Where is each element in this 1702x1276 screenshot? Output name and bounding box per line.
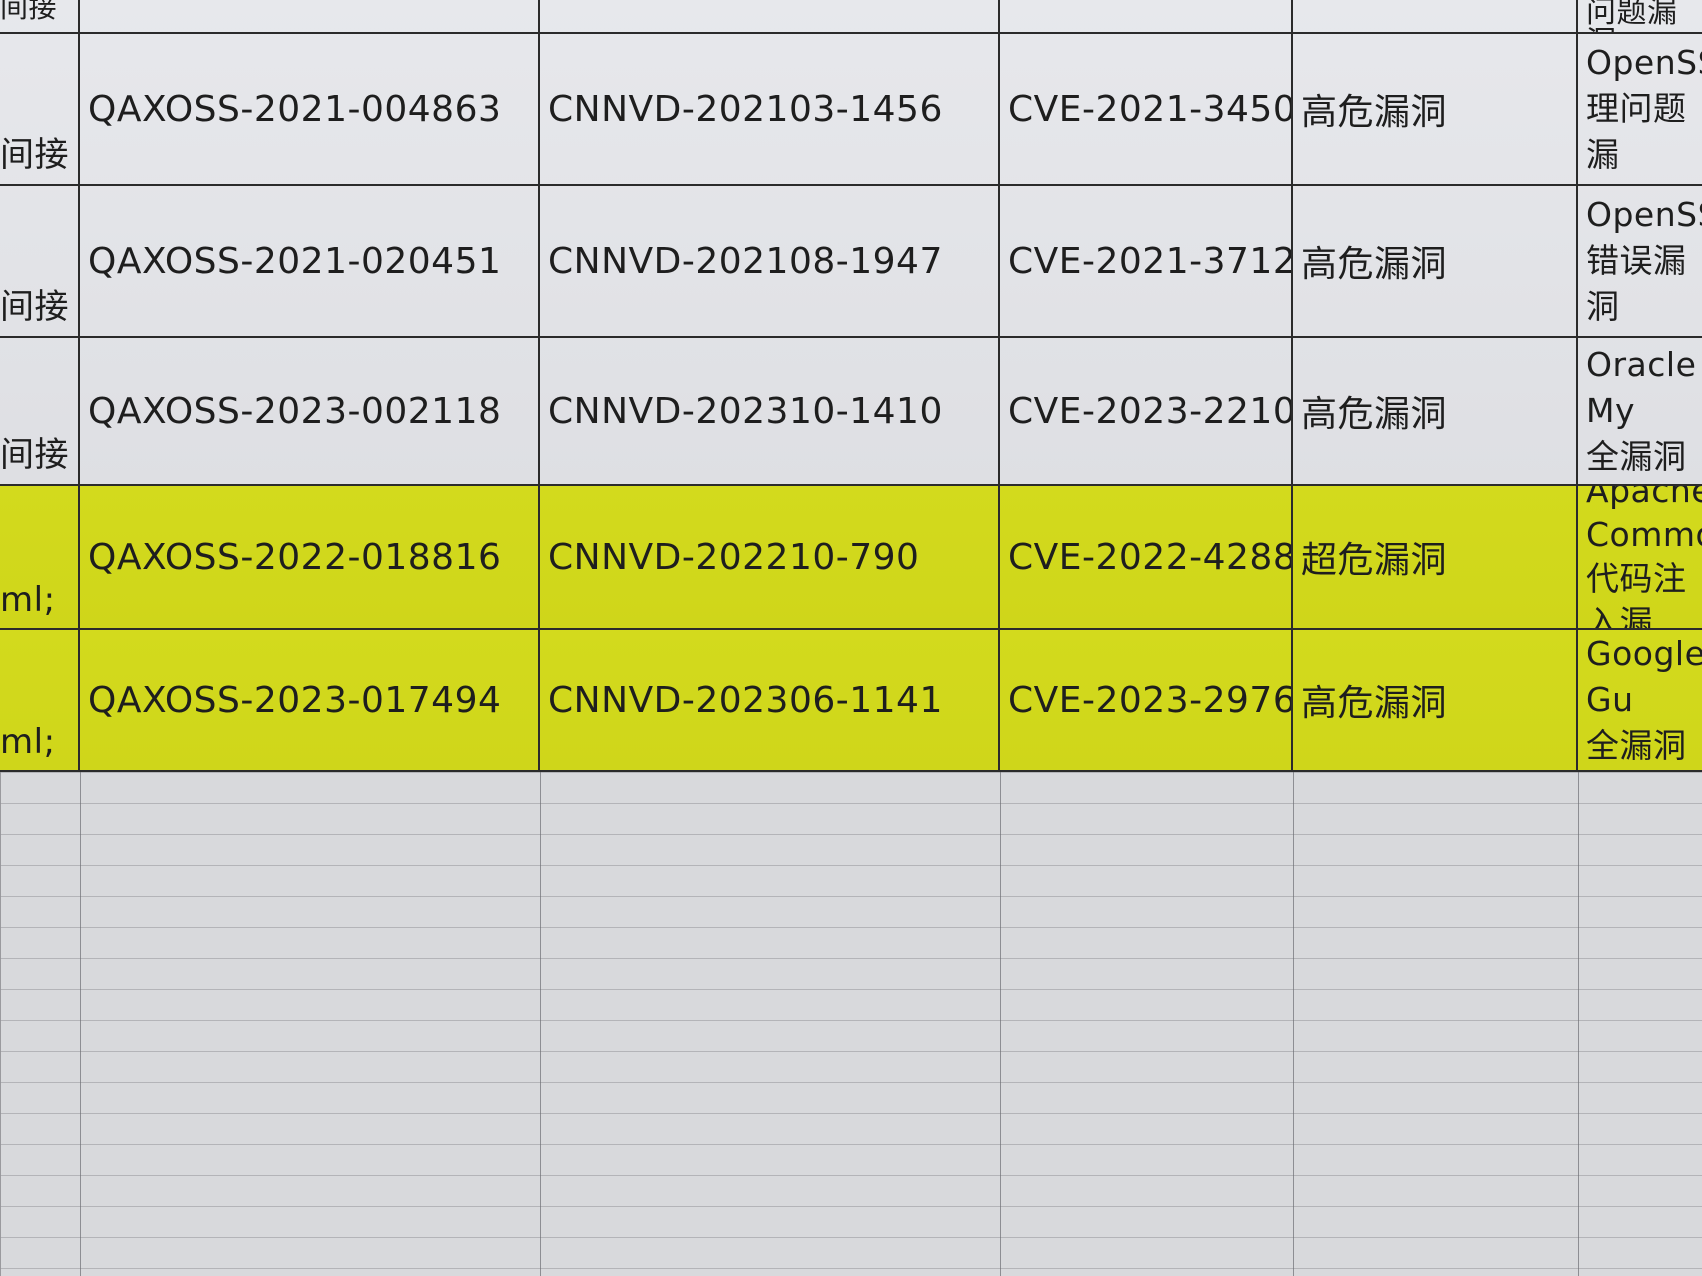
cell-description[interactable]: OpenSSL 错误漏洞 [1578, 186, 1702, 336]
column-divider [1578, 772, 1579, 1276]
cell-description[interactable]: OpenSSI 理问题漏 [1578, 34, 1702, 184]
table-row-highlighted[interactable]: ml; QAXOSS-2022-018816 CNNVD-202210-790 … [0, 486, 1702, 630]
cell-dependency-type[interactable]: ml; [0, 486, 80, 628]
cell-qaxoss-id[interactable]: QAXOSS-2021-020451 [80, 186, 540, 336]
column-divider [1293, 772, 1294, 1276]
cell-dependency-type[interactable]: 间接 [0, 34, 80, 184]
cell-description-line: OpenSSL [1586, 195, 1702, 234]
cell-dependency-type[interactable]: 间接 [0, 186, 80, 336]
cell-description-line: Google Gu [1586, 634, 1702, 719]
column-divider [80, 772, 81, 1276]
cell-description-line: Commons [1586, 515, 1702, 554]
empty-cell-grid[interactable] [0, 772, 1702, 1276]
cell-severity[interactable] [1293, 0, 1578, 32]
cell-severity[interactable]: 高危漏洞 [1293, 186, 1578, 336]
cell-cnnvd-id[interactable]: CNNVD-202108-1947 [540, 186, 1000, 336]
cell-qaxoss-id[interactable] [80, 0, 540, 32]
cell-cnnvd-id[interactable]: CNNVD-202310-1410 [540, 338, 1000, 484]
cell-description-line: Oracle My [1586, 345, 1697, 430]
cell-description-line: 全漏洞 [1586, 726, 1687, 765]
column-divider [540, 772, 541, 1276]
column-divider [1000, 772, 1001, 1276]
table-row[interactable]: 间接 QAXOSS-2021-004863 CNNVD-202103-1456 … [0, 34, 1702, 186]
cell-cnnvd-id[interactable]: CNNVD-202306-1141 [540, 630, 1000, 770]
spreadsheet: 间接 问题漏洞 间接 QAXOSS-2021-004863 CNNVD-2021… [0, 0, 1702, 1276]
cell-qaxoss-id[interactable]: QAXOSS-2022-018816 [80, 486, 540, 628]
cell-qaxoss-id[interactable]: QAXOSS-2023-017494 [80, 630, 540, 770]
cell-severity[interactable]: 超危漏洞 [1293, 486, 1578, 628]
cell-dependency-type[interactable]: 间接 [0, 0, 80, 32]
table-row[interactable]: 间接 QAXOSS-2023-002118 CNNVD-202310-1410 … [0, 338, 1702, 486]
cell-description-line: 问题漏洞 [1586, 0, 1678, 32]
table-row-partial[interactable]: 间接 问题漏洞 [0, 0, 1702, 34]
cell-description-line: OpenSSI [1586, 43, 1702, 82]
cell-description-line: 代码注入漏 [1586, 559, 1687, 628]
cell-description-line: 理问题漏 [1586, 89, 1687, 174]
cell-cnnvd-id[interactable]: CNNVD-202210-790 [540, 486, 1000, 628]
cell-cnnvd-id[interactable] [540, 0, 1000, 32]
cell-cve-id[interactable]: CVE-2023-22102 [1000, 338, 1293, 484]
cell-description-line: Apache [1586, 486, 1702, 510]
cell-qaxoss-id[interactable]: QAXOSS-2023-002118 [80, 338, 540, 484]
cell-dependency-type[interactable]: ml; [0, 630, 80, 770]
cell-severity[interactable]: 高危漏洞 [1293, 338, 1578, 484]
cell-description-line: 错误漏洞 [1586, 241, 1687, 326]
cell-description[interactable]: 问题漏洞 [1578, 0, 1702, 32]
cell-dependency-type[interactable]: 间接 [0, 338, 80, 484]
cell-cve-id[interactable]: CVE-2021-3450 [1000, 34, 1293, 184]
cell-description[interactable]: Google Gu 全漏洞 [1578, 630, 1702, 770]
cell-description-line: 全漏洞 [1586, 437, 1687, 476]
cell-cve-id[interactable] [1000, 0, 1293, 32]
cell-severity[interactable]: 高危漏洞 [1293, 34, 1578, 184]
table-row[interactable]: 间接 QAXOSS-2021-020451 CNNVD-202108-1947 … [0, 186, 1702, 338]
cell-description[interactable]: Apache Commons 代码注入漏 [1578, 486, 1702, 628]
cell-qaxoss-id[interactable]: QAXOSS-2021-004863 [80, 34, 540, 184]
cell-description[interactable]: Oracle My 全漏洞 [1578, 338, 1702, 484]
cell-cnnvd-id[interactable]: CNNVD-202103-1456 [540, 34, 1000, 184]
table-row-highlighted[interactable]: ml; QAXOSS-2023-017494 CNNVD-202306-1141… [0, 630, 1702, 772]
cell-severity[interactable]: 高危漏洞 [1293, 630, 1578, 770]
cell-cve-id[interactable]: CVE-2022-42889 [1000, 486, 1293, 628]
cell-cve-id[interactable]: CVE-2023-2976 [1000, 630, 1293, 770]
cell-cve-id[interactable]: CVE-2021-3712 [1000, 186, 1293, 336]
